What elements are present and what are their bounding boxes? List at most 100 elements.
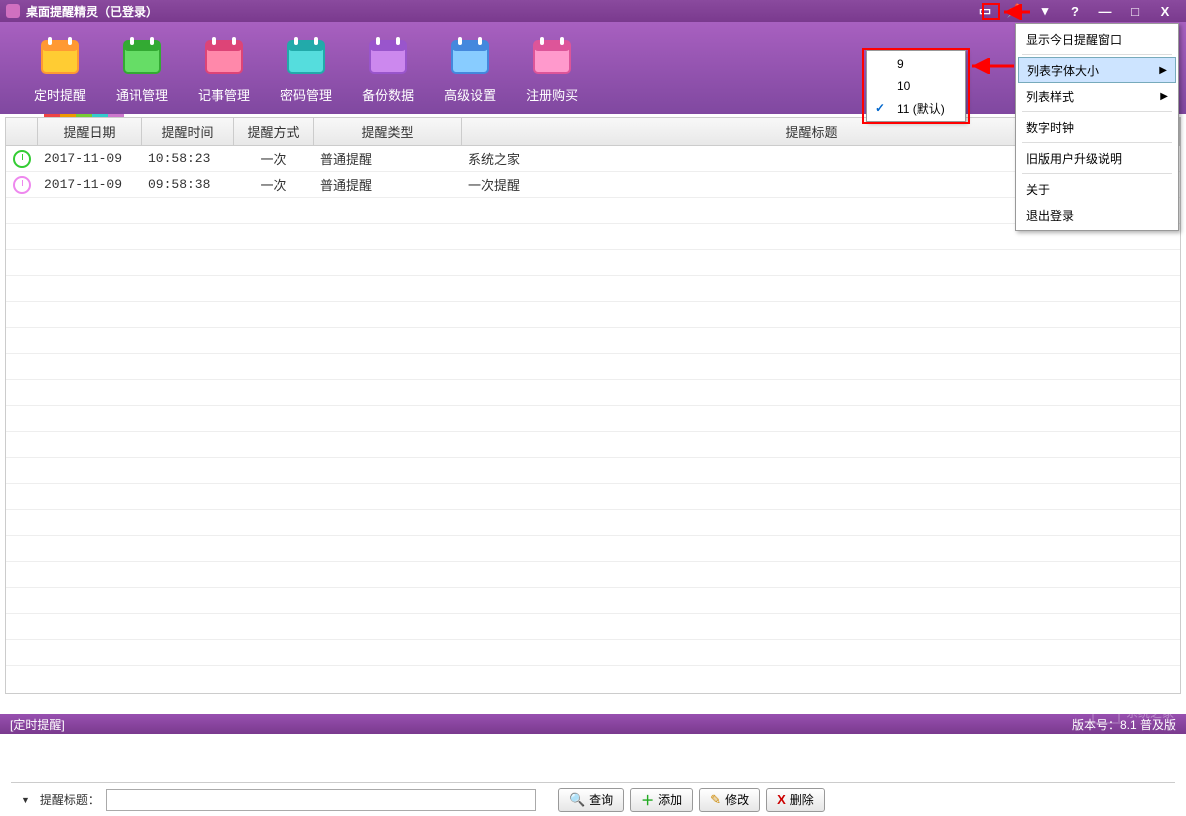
table-row[interactable]: 2017-11-09 10:58:23 一次 普通提醒 系统之家 — [6, 146, 1180, 172]
font-size-submenu: 9 10 ✓ 11 (默认) — [866, 50, 966, 122]
cell-date: 2017-11-09 — [38, 177, 142, 192]
backup-data-icon — [364, 33, 412, 81]
menu-upgrade-note[interactable]: 旧版用户升级说明 — [1018, 145, 1176, 171]
row-icon — [6, 150, 38, 168]
edit-button[interactable]: ✎修改 — [699, 788, 760, 812]
table-row — [6, 328, 1180, 354]
red-arrow-1 — [1000, 4, 1034, 20]
window-title: 桌面提醒精灵（已登录） — [26, 3, 976, 20]
menu-list-style[interactable]: 列表样式 ▶ — [1018, 83, 1176, 109]
close-icon[interactable]: X — [1156, 3, 1174, 19]
table-row — [6, 640, 1180, 666]
table-row — [6, 588, 1180, 614]
timer-reminder-label: 定时提醒 — [34, 85, 86, 104]
menu-separator — [1022, 111, 1172, 112]
menu-label: 列表样式 — [1026, 88, 1074, 105]
plus-icon: ＋ — [641, 790, 654, 809]
col-mode[interactable]: 提醒方式 — [234, 118, 314, 145]
check-icon: ✓ — [875, 101, 885, 115]
cell-mode: 一次 — [234, 175, 314, 194]
note-mgmt-icon — [200, 33, 248, 81]
font-size-label: 9 — [897, 57, 904, 71]
watermark-text: 系统之家 — [1126, 704, 1174, 721]
note-mgmt-label: 记事管理 — [198, 85, 250, 104]
dropdown-icon[interactable]: ▾ — [1036, 3, 1054, 19]
minimize-icon[interactable]: — — [1096, 3, 1114, 19]
password-mgmt-label: 密码管理 — [280, 85, 332, 104]
menu-label: 关于 — [1026, 181, 1050, 198]
cell-type: 普通提醒 — [314, 149, 462, 168]
table-row — [6, 614, 1180, 640]
add-button[interactable]: ＋添加 — [630, 788, 693, 812]
row-icon — [6, 176, 38, 194]
reminder-table: 提醒日期 提醒时间 提醒方式 提醒类型 提醒标题 2017-11-09 10:5… — [5, 117, 1181, 694]
col-type[interactable]: 提醒类型 — [314, 118, 462, 145]
adv-settings-button[interactable]: 高级设置 — [444, 33, 496, 104]
password-mgmt-button[interactable]: 密码管理 — [280, 33, 332, 104]
menu-logout[interactable]: 退出登录 — [1018, 202, 1176, 228]
adv-settings-label: 高级设置 — [444, 85, 496, 104]
clock-icon — [13, 176, 31, 194]
timer-reminder-icon — [36, 33, 84, 81]
menu-separator — [1022, 173, 1172, 174]
table-row — [6, 276, 1180, 302]
table-row — [6, 510, 1180, 536]
font-size-label: 11 (默认) — [897, 100, 945, 117]
submenu-arrow-icon: ▶ — [1160, 91, 1168, 102]
search-button[interactable]: 🔍查询 — [558, 788, 624, 812]
red-arrow-2 — [968, 58, 1018, 74]
menu-show-today[interactable]: 显示今日提醒窗口 — [1018, 26, 1176, 52]
table-row — [6, 354, 1180, 380]
edit-button-label: 修改 — [725, 791, 749, 808]
font-size-label: 10 — [897, 79, 910, 93]
search-input[interactable] — [106, 789, 536, 811]
menu-list-font-size[interactable]: 列表字体大小 ▶ — [1018, 57, 1176, 83]
menu-separator — [1022, 142, 1172, 143]
menu-digital-clock[interactable]: 数字时钟 — [1018, 114, 1176, 140]
table-row — [6, 302, 1180, 328]
submenu-arrow-icon: ▶ — [1159, 65, 1167, 76]
contact-mgmt-icon — [118, 33, 166, 81]
contact-mgmt-button[interactable]: 通讯管理 — [116, 33, 168, 104]
cell-time: 10:58:23 — [142, 151, 234, 166]
maximize-icon[interactable]: □ — [1126, 3, 1144, 19]
table-row — [6, 536, 1180, 562]
col-icon[interactable] — [6, 118, 38, 145]
backup-data-button[interactable]: 备份数据 — [362, 33, 414, 104]
contact-mgmt-label: 通讯管理 — [116, 85, 168, 104]
password-mgmt-icon — [282, 33, 330, 81]
house-icon — [1092, 700, 1120, 724]
table-row — [6, 562, 1180, 588]
help-icon[interactable]: ? — [1066, 3, 1084, 19]
font-size-9[interactable]: 9 — [869, 53, 963, 75]
adv-settings-icon — [446, 33, 494, 81]
menu-about[interactable]: 关于 — [1018, 176, 1176, 202]
x-icon: X — [777, 792, 786, 807]
watermark: 系统之家 — [1092, 700, 1174, 724]
menu-label: 显示今日提醒窗口 — [1026, 31, 1122, 48]
register-buy-icon — [528, 33, 576, 81]
table-row — [6, 250, 1180, 276]
table-row[interactable]: 2017-11-09 09:58:38 一次 普通提醒 一次提醒 — [6, 172, 1180, 198]
col-date[interactable]: 提醒日期 — [38, 118, 142, 145]
timer-reminder-button[interactable]: 定时提醒 — [34, 33, 86, 104]
app-logo-icon — [6, 4, 20, 18]
table-row — [6, 198, 1180, 224]
highlight-box-dropdown — [982, 3, 1000, 20]
menu-label: 退出登录 — [1026, 207, 1074, 224]
context-menu: 显示今日提醒窗口列表字体大小 ▶ 列表样式 ▶ 数字时钟旧版用户升级说明关于退出登录 — [1015, 23, 1179, 231]
table-row — [6, 380, 1180, 406]
triangle-icon: ▼ — [21, 795, 30, 805]
delete-button[interactable]: X 删除 — [766, 788, 825, 812]
menu-label: 列表字体大小 — [1027, 62, 1099, 79]
col-time[interactable]: 提醒时间 — [142, 118, 234, 145]
delete-button-label: 删除 — [790, 791, 814, 808]
font-size-11[interactable]: ✓ 11 (默认) — [869, 97, 963, 119]
menu-separator — [1022, 54, 1172, 55]
search-bar: ▼ 提醒标题： 🔍查询 ＋添加 ✎修改 X删除 — [11, 782, 1175, 816]
register-buy-button[interactable]: 注册购买 — [526, 33, 578, 104]
font-size-10[interactable]: 10 — [869, 75, 963, 97]
note-mgmt-button[interactable]: 记事管理 — [198, 33, 250, 104]
add-button-label: 添加 — [658, 791, 682, 808]
cell-type: 普通提醒 — [314, 175, 462, 194]
